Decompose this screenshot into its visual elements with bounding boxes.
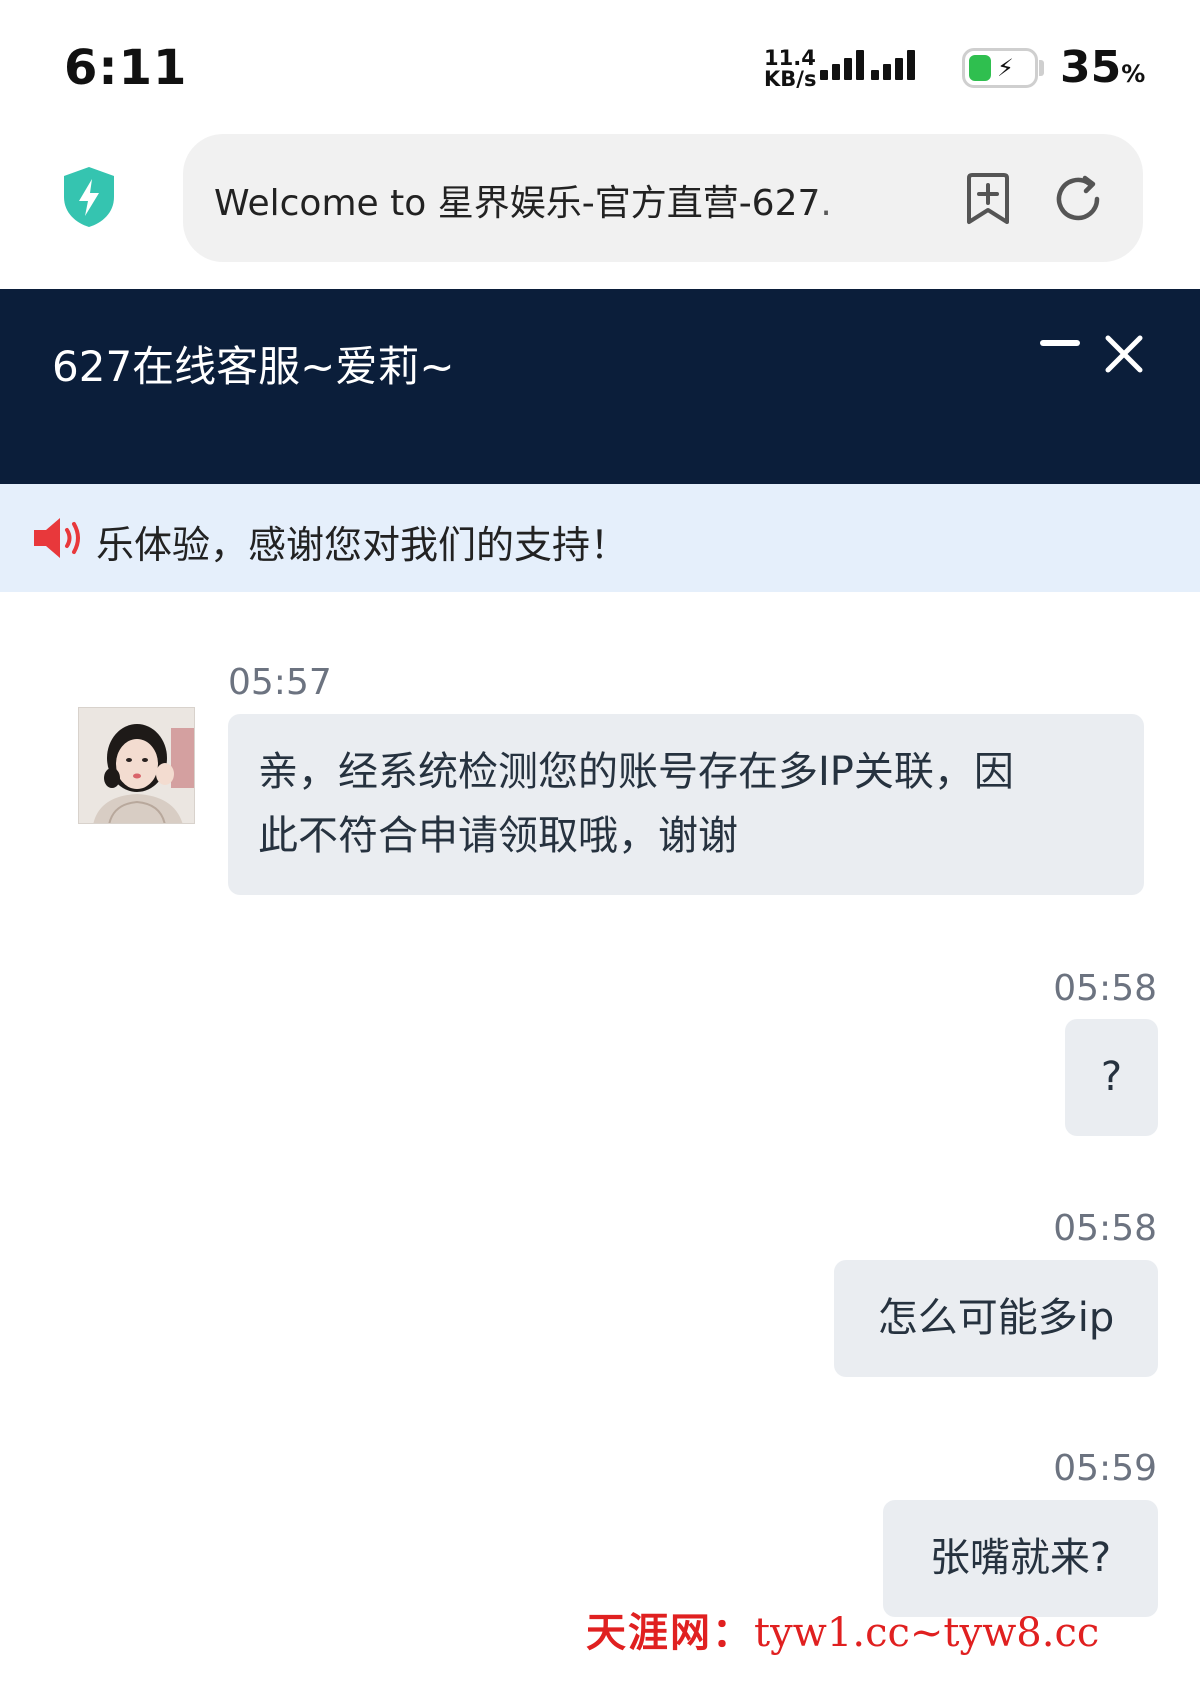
minimize-button[interactable] xyxy=(1040,340,1080,346)
agent-message-text: 亲，经系统检测您的账号存在多IP关联，因 xyxy=(258,749,1014,795)
agent-message-bubble: 亲，经系统检测您的账号存在多IP关联，因 此不符合申请领取哦，谢谢 xyxy=(228,714,1144,895)
add-bookmark-icon[interactable] xyxy=(963,172,1013,226)
watermark: 天涯网：tyw1.cc~tyw8.cc xyxy=(586,1600,1099,1658)
user-message-text: ? xyxy=(1100,1054,1123,1100)
chat-title: 627在线客服~爱莉~ xyxy=(52,342,455,391)
user-message-text: 怎么可能多ip xyxy=(877,1295,1115,1341)
user-message-bubble: ? xyxy=(1065,1019,1158,1136)
user-message-text: 张嘴就来? xyxy=(929,1535,1112,1581)
message-time: 05:59 xyxy=(1053,1448,1157,1489)
url-text[interactable]: Welcome to 星界娱乐-官方直营-627. xyxy=(214,174,864,226)
chat-header: 627在线客服~爱莉~ xyxy=(0,289,1200,484)
battery-icon: ⚡ xyxy=(962,48,1038,88)
status-bar: 6:11 11.4 KB/s ⚡ 35% xyxy=(0,0,1200,135)
agent-avatar xyxy=(78,707,195,824)
battery-percent: 35% xyxy=(1060,42,1146,93)
user-message-bubble: 怎么可能多ip xyxy=(834,1260,1158,1377)
agent-message-text: 此不符合申请领取哦，谢谢 xyxy=(258,813,738,859)
watermark-name: 天涯网： xyxy=(586,1609,754,1656)
message-time: 05:58 xyxy=(1053,968,1157,1009)
watermark-url: tyw1.cc~tyw8.cc xyxy=(754,1610,1100,1656)
network-speed-value: 11.4 xyxy=(764,46,816,70)
clock: 6:11 xyxy=(64,40,188,96)
network-speed-unit: KB/s xyxy=(764,67,817,91)
reload-icon[interactable] xyxy=(1051,172,1105,226)
close-icon[interactable] xyxy=(1104,334,1144,374)
signal-icon xyxy=(820,50,915,80)
shield-icon[interactable] xyxy=(60,165,118,229)
message-time: 05:58 xyxy=(1053,1208,1157,1249)
network-speed: 11.4 KB/s xyxy=(764,48,816,90)
notice-banner: 乐体验，感谢您对我们的支持！ xyxy=(0,484,1200,592)
address-bar[interactable]: Welcome to 星界娱乐-官方直营-627. xyxy=(183,134,1143,262)
notice-text: 乐体验，感谢您对我们的支持！ xyxy=(96,523,629,567)
message-time: 05:57 xyxy=(228,662,332,703)
speaker-icon xyxy=(34,518,80,558)
